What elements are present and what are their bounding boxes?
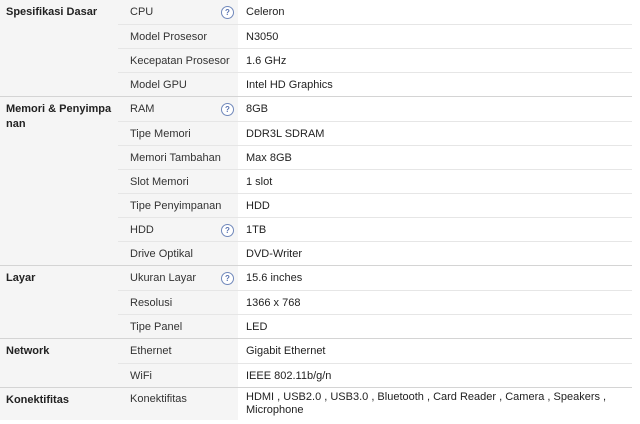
spec-label-text: Konektifitas bbox=[130, 393, 187, 405]
spec-label-text: CPU bbox=[130, 6, 154, 18]
spec-label-text: Tipe Penyimpanan bbox=[130, 199, 222, 212]
spec-label-text: Ukuran Layar bbox=[130, 272, 197, 284]
spec-value: HDD bbox=[238, 194, 632, 217]
spec-value: 1 slot bbox=[238, 170, 632, 193]
spec-rows: RAM? 8GB Tipe Memori DDR3L SDRAM Memori Tamb… bbox=[118, 97, 632, 265]
spec-label-text: Resolusi bbox=[130, 296, 173, 309]
spec-label: HDD? bbox=[118, 218, 238, 241]
spec-rows: CPU? Celeron Model Prosesor N3050 Kecepatan … bbox=[118, 0, 632, 96]
spec-row: Memori Tambahan Max 8GB bbox=[118, 145, 632, 169]
question-circle-icon[interactable]: ? bbox=[221, 272, 234, 285]
spec-label-text: Slot Memori bbox=[130, 175, 189, 188]
spec-row: WiFi IEEE 802.11b/g/n bbox=[118, 363, 632, 387]
spec-row: HDD? 1TB bbox=[118, 217, 632, 241]
spec-row: Ukuran Layar? 15.6 inches bbox=[118, 266, 632, 290]
spec-value: Max 8GB bbox=[238, 146, 632, 169]
spec-label: Model Prosesor bbox=[118, 25, 238, 48]
spec-row: Tipe Panel LED bbox=[118, 314, 632, 338]
spec-group: Spesifikasi Dasar CPU? Celeron Model Proses… bbox=[0, 0, 632, 96]
spec-label-text: WiFi bbox=[130, 369, 152, 382]
spec-label-text: Model GPU bbox=[130, 78, 187, 91]
spec-rows: Ukuran Layar? 15.6 inches Resolusi 1366 x 7… bbox=[118, 266, 632, 338]
spec-value: Celeron bbox=[238, 0, 632, 24]
question-circle-icon[interactable]: ? bbox=[221, 103, 234, 116]
spec-value: 15.6 inches bbox=[238, 266, 632, 290]
spec-value: Gigabit Ethernet bbox=[238, 339, 632, 363]
spec-label: Memori Tambahan bbox=[118, 146, 238, 169]
spec-group-title: Konektifitas bbox=[6, 394, 69, 406]
spec-row: Drive Optikal DVD-Writer bbox=[118, 241, 632, 265]
spec-row: Konektifitas HDMI , USB2.0 , USB3.0 , Blu… bbox=[118, 388, 632, 420]
spec-table: Spesifikasi Dasar CPU? Celeron Model Proses… bbox=[0, 0, 632, 420]
spec-row: Model Prosesor N3050 bbox=[118, 24, 632, 48]
spec-label: Tipe Penyimpanan bbox=[118, 194, 238, 217]
spec-label: RAM? bbox=[118, 97, 238, 121]
spec-label-text: RAM bbox=[130, 103, 155, 115]
spec-label: Kecepatan Prosesor bbox=[118, 49, 238, 72]
spec-value: Intel HD Graphics bbox=[238, 73, 632, 96]
spec-group: Network Ethernet Gigabit Ethernet WiFi IEEE … bbox=[0, 338, 632, 387]
spec-label: Tipe Panel bbox=[118, 315, 238, 338]
spec-value: 1TB bbox=[238, 218, 632, 241]
spec-label: Ukuran Layar? bbox=[118, 266, 238, 290]
spec-rows: Konektifitas HDMI , USB2.0 , USB3.0 , Blu… bbox=[118, 388, 632, 420]
spec-label-text: Tipe Memori bbox=[130, 127, 191, 140]
spec-row: Model GPU Intel HD Graphics bbox=[118, 72, 632, 96]
spec-row: Ethernet Gigabit Ethernet bbox=[118, 339, 632, 363]
spec-label-text: Drive Optikal bbox=[130, 247, 193, 260]
spec-group: Layar Ukuran Layar? 15.6 inches Resolusi 136… bbox=[0, 265, 632, 338]
spec-value: DDR3L SDRAM bbox=[238, 122, 632, 145]
spec-label: Slot Memori bbox=[118, 170, 238, 193]
spec-value: DVD-Writer bbox=[238, 242, 632, 265]
spec-label: Konektifitas bbox=[118, 388, 238, 420]
spec-label-text: Memori Tambahan bbox=[130, 151, 221, 164]
spec-row: CPU? Celeron bbox=[118, 0, 632, 24]
spec-value: HDMI , USB2.0 , USB3.0 , Bluetooth , Car… bbox=[238, 388, 632, 420]
spec-label: Model GPU bbox=[118, 73, 238, 96]
question-circle-icon[interactable]: ? bbox=[221, 223, 234, 237]
spec-value: LED bbox=[238, 315, 632, 338]
spec-label-text: Model Prosesor bbox=[130, 30, 208, 43]
spec-label: CPU? bbox=[118, 0, 238, 24]
spec-label-text: HDD bbox=[130, 223, 154, 236]
spec-group: Konektifitas Konektifitas HDMI , USB2.0 , … bbox=[0, 387, 632, 420]
spec-label-text: Kecepatan Prosesor bbox=[130, 54, 230, 67]
spec-group: Memori & Penyimpanan RAM? 8GB Tipe Memori DD… bbox=[0, 96, 632, 265]
spec-rows: Ethernet Gigabit Ethernet WiFi IEEE 802.11b… bbox=[118, 339, 632, 387]
spec-row: Tipe Penyimpanan HDD bbox=[118, 193, 632, 217]
question-circle-icon[interactable]: ? bbox=[221, 6, 234, 19]
spec-value: N3050 bbox=[238, 25, 632, 48]
spec-value: IEEE 802.11b/g/n bbox=[238, 364, 632, 387]
spec-group-title: Spesifikasi Dasar bbox=[6, 6, 98, 18]
spec-group-title: Memori & Penyimpanan bbox=[6, 103, 112, 130]
spec-value: 1366 x 768 bbox=[238, 291, 632, 314]
spec-group-title: Network bbox=[6, 345, 50, 357]
spec-label: Drive Optikal bbox=[118, 242, 238, 265]
spec-label: Resolusi bbox=[118, 291, 238, 314]
spec-row: RAM? 8GB bbox=[118, 97, 632, 121]
spec-group-title: Layar bbox=[6, 272, 36, 284]
spec-label: Ethernet bbox=[118, 339, 238, 363]
spec-label-text: Tipe Panel bbox=[130, 320, 183, 333]
spec-row: Slot Memori 1 slot bbox=[118, 169, 632, 193]
spec-row: Tipe Memori DDR3L SDRAM bbox=[118, 121, 632, 145]
spec-row: Kecepatan Prosesor 1.6 GHz bbox=[118, 48, 632, 72]
spec-label: Tipe Memori bbox=[118, 122, 238, 145]
spec-value: 8GB bbox=[238, 97, 632, 121]
spec-row: Resolusi 1366 x 768 bbox=[118, 290, 632, 314]
spec-label-text: Ethernet bbox=[130, 345, 172, 357]
spec-label: WiFi bbox=[118, 364, 238, 387]
spec-value: 1.6 GHz bbox=[238, 49, 632, 72]
